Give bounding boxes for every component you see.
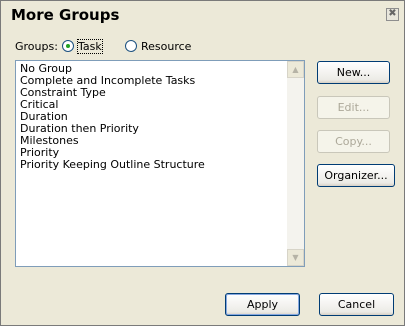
more-groups-dialog: More Groups ✖ Groups: Task Resource No G… xyxy=(0,0,405,326)
task-radio-circle[interactable] xyxy=(62,40,74,52)
task-radio-label[interactable]: Task xyxy=(77,39,103,54)
chevron-up-icon[interactable]: ▲ xyxy=(287,61,304,78)
close-icon[interactable]: ✖ xyxy=(386,8,399,21)
chevron-down-icon[interactable]: ▼ xyxy=(287,249,304,266)
radio-selected-dot xyxy=(66,44,70,48)
list-item[interactable]: Priority Keeping Outline Structure xyxy=(18,159,286,171)
list-item[interactable]: Constraint Type xyxy=(18,87,286,99)
resource-radio-circle[interactable] xyxy=(125,40,137,52)
edit-button[interactable]: Edit... xyxy=(317,96,390,119)
resource-radio-label[interactable]: Resource xyxy=(141,40,191,53)
new-button[interactable]: New... xyxy=(317,61,390,84)
copy-button[interactable]: Copy... xyxy=(317,130,390,153)
apply-button[interactable]: Apply xyxy=(225,293,300,316)
cancel-button[interactable]: Cancel xyxy=(319,293,394,316)
dialog-title: More Groups xyxy=(11,6,120,24)
list-scrollbar[interactable]: ▲ ▼ xyxy=(287,61,304,266)
groups-list-items: No Group Complete and Incomplete Tasks C… xyxy=(18,63,286,171)
title-bar[interactable]: More Groups ✖ xyxy=(1,1,404,29)
organizer-button[interactable]: Organizer... xyxy=(317,164,395,187)
groups-listbox[interactable]: No Group Complete and Incomplete Tasks C… xyxy=(15,60,305,267)
groups-label: Groups: xyxy=(15,40,58,53)
